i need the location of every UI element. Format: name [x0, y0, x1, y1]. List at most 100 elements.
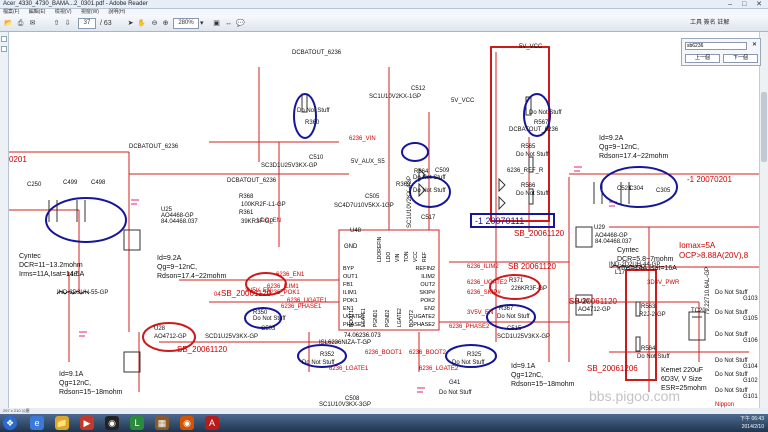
- chip-pin-right: PHASE2: [413, 322, 435, 328]
- note-kemet: 6D3V, V Size: [661, 376, 702, 383]
- vertical-scrollbar[interactable]: [759, 32, 768, 408]
- label-dnsg1: Do Not Stuff: [715, 290, 748, 296]
- label-c510v: SC3D1U25V3KX-GP: [261, 163, 317, 169]
- system-tray[interactable]: 下午 06:43 2014/2/10: [740, 415, 764, 431]
- window-controls[interactable]: – □ ✕: [728, 0, 766, 9]
- zoom-dropdown-icon[interactable]: ▾: [200, 18, 204, 29]
- label-g103: G103: [743, 296, 758, 302]
- print-icon[interactable]: ⎙: [16, 18, 25, 29]
- label-g104: G104: [743, 364, 758, 370]
- chip-pin-bottom: BOOT1: [349, 310, 355, 327]
- label-dnsg4: Do Not Stuff: [715, 358, 748, 364]
- media-icon[interactable]: ▶: [80, 416, 94, 430]
- pages-panel-icon[interactable]: [1, 36, 7, 42]
- start-button-icon[interactable]: ❖: [3, 416, 17, 430]
- clock-time: 下午 06:43: [740, 416, 764, 422]
- label-dns2: Do Not Stuff: [529, 110, 562, 116]
- label-c517: C517: [421, 215, 436, 221]
- label-u48: U48: [350, 228, 362, 234]
- label-g106: G106: [743, 338, 758, 344]
- label-rev2: -1 20070201: [687, 175, 732, 184]
- label-dnsg2: Do Not Stuff: [715, 310, 748, 316]
- window-title: Acer_4330_4730_BAMA...2_0301.pdf - Adobe…: [3, 1, 148, 7]
- label-fivevcc2: 5V_VCC: [451, 98, 475, 104]
- label-boot2: 6236_BOOT2: [409, 350, 447, 356]
- label-skip: 6236_SKIP#: [467, 290, 501, 296]
- explorer-icon[interactable]: 📁: [55, 416, 69, 430]
- label-r371v: 226KR3F-GP: [511, 286, 547, 292]
- label-rev1: -1 20070111: [475, 216, 524, 226]
- zoom-input[interactable]: 280%: [173, 18, 199, 29]
- toolbar: 📂 ⎙ ✉ ⇧ ⇩ 37 / 63 ➤ ✋ ⊖ ⊕ 280% ▾ ▣ ↔ 💬 工…: [0, 15, 768, 32]
- acrobat-icon[interactable]: A: [205, 416, 219, 430]
- note-kemet: Kemet 220uF: [661, 367, 703, 374]
- select-tool-icon[interactable]: ➤: [126, 18, 135, 29]
- label-l16v: IND-3D3UH-55-GP: [57, 290, 108, 296]
- prev-page-icon[interactable]: ⇧: [52, 18, 61, 29]
- label-c505: C505: [365, 194, 380, 200]
- label-r563: R563: [641, 304, 656, 310]
- label-sb2: SB_20061120: [514, 229, 565, 238]
- schematic-drawing: BYPOUT1FB1ILIM1POK1EN1UGATE1PHASE1 REFIN…: [9, 44, 759, 408]
- chip-pin-top: VIN: [395, 253, 401, 262]
- label-r566: R566: [521, 183, 536, 189]
- page-number-input[interactable]: 37: [78, 18, 96, 29]
- chip-pin-left: POK1: [343, 298, 358, 304]
- scrollbar-thumb[interactable]: [761, 92, 767, 162]
- note-left_fet: Rdson=17.4~22mohm: [157, 273, 226, 280]
- note-right_fet: Qg=9~12nC,: [599, 144, 639, 151]
- find-input[interactable]: [685, 42, 747, 50]
- find-prev-button[interactable]: 上一個: [685, 54, 720, 63]
- hand-tool-icon[interactable]: ✋: [137, 18, 146, 29]
- label-r564: R564: [641, 346, 656, 352]
- label-en1: 6236_EN1: [276, 272, 305, 278]
- tools-sign-comment-tabs[interactable]: 工具 簽名 註解: [690, 18, 729, 29]
- zoom-out-icon[interactable]: ⊖: [150, 18, 159, 29]
- label-ph1: 6236_PHASE1: [281, 304, 322, 310]
- label-r567: R567: [534, 120, 549, 126]
- chip-pin-left: BYP: [343, 266, 354, 272]
- label-dcbat1: DCBATOUT_6236: [292, 50, 342, 56]
- find-next-button[interactable]: 下一個: [723, 54, 758, 63]
- label-ph2: 6236_PHASE2: [449, 324, 490, 330]
- label-sb5: SB_20061206: [587, 364, 638, 373]
- label-c517v: SC1U10V2KX-4GP: [407, 176, 413, 228]
- comment-icon[interactable]: 💬: [236, 18, 245, 29]
- label-c305: C305: [656, 188, 671, 194]
- ie-icon[interactable]: e: [30, 416, 44, 430]
- zoom-in-icon[interactable]: ⊕: [161, 18, 170, 29]
- attachments-panel-icon[interactable]: [1, 46, 7, 52]
- note-left: Irms=11A,Isat=14.5A: [19, 271, 85, 278]
- label-r350v: Do Not Stuff: [253, 316, 286, 322]
- title-bar: Acer_4330_4730_BAMA...2_0301.pdf - Adobe…: [0, 0, 768, 9]
- label-boot1: 6236_BOOT1: [365, 350, 403, 356]
- firefox-icon[interactable]: ◉: [180, 416, 194, 430]
- label-c499: C499: [63, 180, 78, 186]
- archive-icon[interactable]: ▦: [155, 416, 169, 430]
- chip-part-number: 74.06236.073: [344, 333, 381, 339]
- note-left_low: Qg=12nC,: [59, 380, 91, 387]
- chip-pin-top: LDO: [386, 252, 392, 262]
- chip-pin-right: SKIP#: [419, 290, 436, 296]
- note-mid_low: Qg=12nC,: [511, 372, 543, 379]
- pdf-document-view[interactable]: BYP OUT1 FB1 ILIM1 POK1 EN1 UGATE1 PHASE1 REFIN…: [9, 32, 759, 408]
- email-icon[interactable]: ✉: [28, 18, 37, 29]
- label-c250: C250: [27, 182, 42, 188]
- open-icon[interactable]: 📂: [4, 18, 13, 29]
- label-c503: C503: [261, 326, 276, 332]
- fit-width-icon[interactable]: ↔: [224, 18, 233, 29]
- label-c304: C304: [629, 186, 644, 192]
- app-icon[interactable]: ◉: [105, 416, 119, 430]
- next-page-icon[interactable]: ⇩: [63, 18, 72, 29]
- note-left: DCR=11~13.2mohm: [19, 262, 83, 269]
- fit-page-icon[interactable]: ▣: [212, 18, 221, 29]
- chip-pin-right: ILIM2: [421, 274, 435, 280]
- watermark: bbs.pigoo.com: [589, 388, 681, 404]
- label-dcbat4: DCBATOUT_6236: [227, 178, 277, 184]
- label-u28v: AO4712-GP: [154, 334, 187, 340]
- find-close-icon[interactable]: ✕: [752, 41, 757, 48]
- chip-pin-right: REFIN2: [415, 266, 435, 272]
- label-r325: R325: [467, 352, 482, 358]
- label-dns3: Do Not Stuff: [516, 152, 549, 158]
- line-icon[interactable]: L: [130, 416, 144, 430]
